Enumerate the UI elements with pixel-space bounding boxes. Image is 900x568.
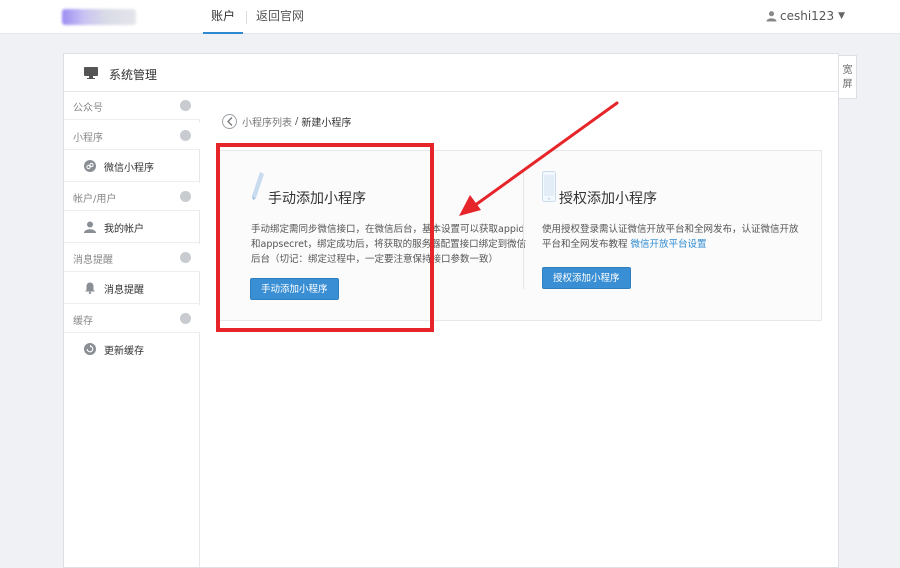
back-button[interactable]	[222, 113, 237, 129]
user-icon	[84, 221, 96, 233]
bell-icon	[85, 282, 95, 294]
sidebar-group-notifications[interactable]: 消息提醒	[64, 244, 200, 272]
chevron-down-icon: ▼	[838, 11, 845, 21]
sidebar-item-my-account[interactable]: 我的帐户	[64, 211, 200, 243]
sidebar-item-label: 我的帐户	[104, 224, 144, 235]
breadcrumb-parent-link[interactable]: 小程序列表	[242, 114, 292, 129]
sidebar-item-notifications[interactable]: 消息提醒	[64, 272, 200, 304]
description-line: 平台和全网发布教程 微信开放平台设置	[542, 237, 799, 252]
collapse-dot-icon	[180, 130, 191, 141]
panel-title: 系统管理	[109, 68, 158, 82]
phone-icon	[542, 171, 556, 202]
sidebar-item-label: 消息提醒	[104, 285, 144, 296]
sidebar: 公众号 小程序 微信小程序 帐户/用户 我的帐户 消息提醒 消息提醒 缓存 更新…	[64, 92, 200, 567]
sidebar-group-cache[interactable]: 缓存	[64, 305, 200, 333]
collapse-dot-icon	[180, 100, 191, 111]
authorized-add-description: 使用授权登录需认证微信开放平台和全网发布，认证微信开放 平台和全网发布教程 微信…	[542, 222, 799, 252]
breadcrumb-current: 新建小程序	[301, 117, 352, 129]
sidebar-group-label: 小程序	[73, 133, 103, 144]
collapse-dot-icon	[180, 313, 191, 324]
chevron-left-icon	[227, 116, 233, 126]
miniprogram-icon	[84, 160, 96, 172]
breadcrumb: 小程序列表 / 新建小程序	[222, 112, 351, 130]
system-management-panel: 系统管理 公众号 小程序 微信小程序 帐户/用户 我的帐户 消息提醒 消息提醒 …	[63, 53, 839, 568]
top-navbar: 账户 返回官网 ceshi123 ▼	[0, 0, 900, 34]
refresh-icon	[84, 343, 96, 355]
sidebar-item-refresh-cache[interactable]: 更新缓存	[64, 333, 200, 365]
nav-tab-return-home[interactable]: 返回官网	[252, 0, 308, 34]
site-logo[interactable]	[62, 9, 136, 25]
user-menu[interactable]: ceshi123 ▼	[766, 8, 845, 24]
description-line: 使用授权登录需认证微信开放平台和全网发布，认证微信开放	[542, 224, 799, 235]
sidebar-group-account-user[interactable]: 帐户/用户	[64, 183, 200, 211]
card-divider	[523, 171, 524, 289]
sidebar-group-label: 帐户/用户	[73, 194, 117, 205]
authorized-add-button[interactable]: 授权添加小程序	[542, 267, 631, 289]
user-icon	[766, 11, 777, 22]
authorized-add-title: 授权添加小程序	[559, 191, 657, 207]
sidebar-group-official-account[interactable]: 公众号	[64, 92, 200, 120]
sidebar-group-label: 消息提醒	[73, 255, 113, 266]
collapse-dot-icon	[180, 191, 191, 202]
monitor-icon	[84, 67, 98, 79]
sidebar-item-wechat-miniprogram[interactable]: 微信小程序	[64, 150, 200, 182]
nav-tab-account[interactable]: 账户	[203, 0, 243, 34]
annotation-highlight-box	[216, 143, 434, 332]
username: ceshi123	[780, 9, 835, 23]
widescreen-toggle[interactable]: 宽屏	[839, 55, 857, 99]
sidebar-item-label: 微信小程序	[104, 163, 154, 174]
breadcrumb-separator: /	[295, 115, 299, 127]
sidebar-item-label: 更新缓存	[104, 346, 144, 357]
panel-header: 系统管理	[64, 54, 838, 92]
sidebar-group-label: 缓存	[73, 316, 93, 327]
open-platform-settings-link[interactable]: 微信开放平台设置	[631, 239, 707, 250]
sidebar-group-label: 公众号	[73, 103, 103, 114]
sidebar-group-miniprogram[interactable]: 小程序	[64, 122, 200, 150]
collapse-dot-icon	[180, 252, 191, 263]
description-text: 平台和全网发布教程	[542, 239, 631, 250]
nav-divider	[246, 11, 247, 24]
